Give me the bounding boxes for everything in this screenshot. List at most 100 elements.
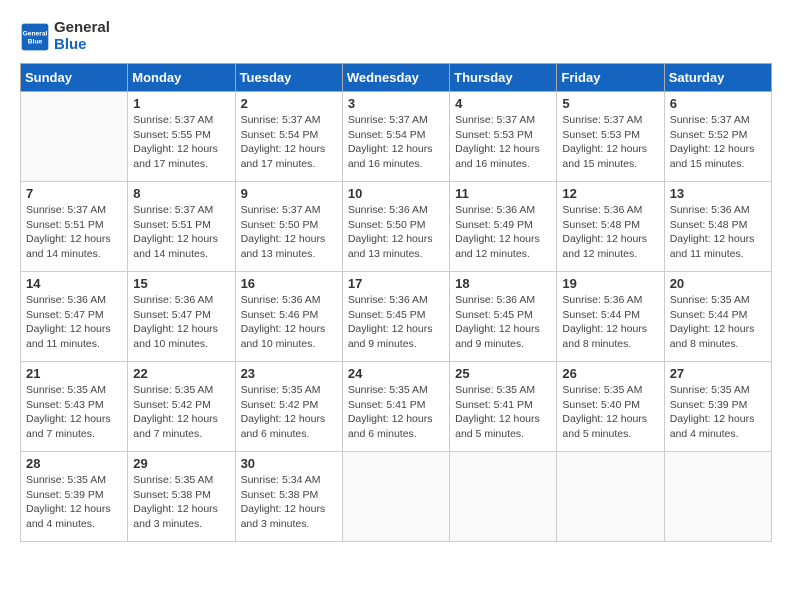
calendar-day-cell: 19 Sunrise: 5:36 AM Sunset: 5:44 PM Dayli…: [557, 272, 664, 362]
day-number: 23: [241, 366, 337, 381]
day-number: 4: [455, 96, 551, 111]
calendar-day-cell: [557, 452, 664, 542]
logo-line2: Blue: [54, 37, 110, 54]
day-number: 15: [133, 276, 229, 291]
calendar-day-cell: 30 Sunrise: 5:34 AM Sunset: 5:38 PM Dayli…: [235, 452, 342, 542]
calendar-header-cell: Friday: [557, 64, 664, 92]
day-number: 27: [670, 366, 766, 381]
calendar-day-cell: 10 Sunrise: 5:36 AM Sunset: 5:50 PM Dayli…: [342, 182, 449, 272]
day-number: 7: [26, 186, 122, 201]
day-info: Sunrise: 5:35 AM Sunset: 5:42 PM Dayligh…: [133, 383, 229, 442]
day-number: 28: [26, 456, 122, 471]
calendar-day-cell: 6 Sunrise: 5:37 AM Sunset: 5:52 PM Daylig…: [664, 92, 771, 182]
calendar-day-cell: 24 Sunrise: 5:35 AM Sunset: 5:41 PM Dayli…: [342, 362, 449, 452]
calendar-day-cell: 16 Sunrise: 5:36 AM Sunset: 5:46 PM Dayli…: [235, 272, 342, 362]
calendar-header-cell: Thursday: [450, 64, 557, 92]
day-info: Sunrise: 5:36 AM Sunset: 5:50 PM Dayligh…: [348, 203, 444, 262]
calendar-header-cell: Tuesday: [235, 64, 342, 92]
day-info: Sunrise: 5:36 AM Sunset: 5:47 PM Dayligh…: [26, 293, 122, 352]
day-info: Sunrise: 5:35 AM Sunset: 5:42 PM Dayligh…: [241, 383, 337, 442]
day-number: 13: [670, 186, 766, 201]
day-info: Sunrise: 5:36 AM Sunset: 5:48 PM Dayligh…: [670, 203, 766, 262]
calendar-day-cell: 29Sunrise: 5:35 AM Sunset: 5:38 PM Dayli…: [128, 452, 235, 542]
calendar-day-cell: 20Sunrise: 5:35 AM Sunset: 5:44 PM Dayli…: [664, 272, 771, 362]
calendar-day-cell: 15Sunrise: 5:36 AM Sunset: 5:47 PM Dayli…: [128, 272, 235, 362]
logo: General Blue General Blue: [20, 20, 110, 53]
calendar-day-cell: 17 Sunrise: 5:36 AM Sunset: 5:45 PM Dayli…: [342, 272, 449, 362]
day-info: Sunrise: 5:35 AM Sunset: 5:41 PM Dayligh…: [348, 383, 444, 442]
page-header: General Blue General Blue: [20, 20, 772, 53]
day-info: Sunrise: 5:35 AM Sunset: 5:38 PM Dayligh…: [133, 473, 229, 532]
calendar-day-cell: 5 Sunrise: 5:37 AM Sunset: 5:53 PM Daylig…: [557, 92, 664, 182]
day-number: 16: [241, 276, 337, 291]
calendar-day-cell: 1 Sunrise: 5:37 AM Sunset: 5:55 PM Daylig…: [128, 92, 235, 182]
day-number: 17: [348, 276, 444, 291]
logo-line1: General: [54, 20, 110, 37]
calendar-day-cell: 9 Sunrise: 5:37 AM Sunset: 5:50 PM Daylig…: [235, 182, 342, 272]
calendar-day-cell: 28 Sunrise: 5:35 AM Sunset: 5:39 PM Dayli…: [21, 452, 128, 542]
calendar-day-cell: 22 Sunrise: 5:35 AM Sunset: 5:42 PM Dayli…: [128, 362, 235, 452]
calendar-day-cell: [342, 452, 449, 542]
day-info: Sunrise: 5:36 AM Sunset: 5:46 PM Dayligh…: [241, 293, 337, 352]
day-info: Sunrise: 5:37 AM Sunset: 5:50 PM Dayligh…: [241, 203, 337, 262]
calendar-day-cell: 14Sunrise: 5:36 AM Sunset: 5:47 PM Dayli…: [21, 272, 128, 362]
calendar-day-cell: 13 Sunrise: 5:36 AM Sunset: 5:48 PM Dayli…: [664, 182, 771, 272]
calendar-day-cell: 2 Sunrise: 5:37 AM Sunset: 5:54 PM Daylig…: [235, 92, 342, 182]
day-info: Sunrise: 5:36 AM Sunset: 5:45 PM Dayligh…: [348, 293, 444, 352]
calendar-day-cell: 21Sunrise: 5:35 AM Sunset: 5:43 PM Dayli…: [21, 362, 128, 452]
day-info: Sunrise: 5:35 AM Sunset: 5:44 PM Dayligh…: [670, 293, 766, 352]
calendar-day-cell: 3 Sunrise: 5:37 AM Sunset: 5:54 PM Daylig…: [342, 92, 449, 182]
calendar-header-cell: Monday: [128, 64, 235, 92]
calendar-day-cell: 23 Sunrise: 5:35 AM Sunset: 5:42 PM Dayli…: [235, 362, 342, 452]
day-number: 6: [670, 96, 766, 111]
calendar-table: SundayMondayTuesdayWednesdayThursdayFrid…: [20, 63, 772, 542]
calendar-day-cell: 26 Sunrise: 5:35 AM Sunset: 5:40 PM Dayli…: [557, 362, 664, 452]
day-info: Sunrise: 5:37 AM Sunset: 5:53 PM Dayligh…: [562, 113, 658, 172]
day-number: 8: [133, 186, 229, 201]
calendar-day-cell: 25Sunrise: 5:35 AM Sunset: 5:41 PM Dayli…: [450, 362, 557, 452]
calendar-header-cell: Wednesday: [342, 64, 449, 92]
day-info: Sunrise: 5:35 AM Sunset: 5:40 PM Dayligh…: [562, 383, 658, 442]
day-number: 9: [241, 186, 337, 201]
day-info: Sunrise: 5:37 AM Sunset: 5:52 PM Dayligh…: [670, 113, 766, 172]
calendar-header-cell: Sunday: [21, 64, 128, 92]
calendar-day-cell: 8Sunrise: 5:37 AM Sunset: 5:51 PM Daylig…: [128, 182, 235, 272]
calendar-week-row: 14Sunrise: 5:36 AM Sunset: 5:47 PM Dayli…: [21, 272, 772, 362]
day-info: Sunrise: 5:37 AM Sunset: 5:54 PM Dayligh…: [348, 113, 444, 172]
day-info: Sunrise: 5:37 AM Sunset: 5:53 PM Dayligh…: [455, 113, 551, 172]
day-info: Sunrise: 5:37 AM Sunset: 5:54 PM Dayligh…: [241, 113, 337, 172]
day-info: Sunrise: 5:35 AM Sunset: 5:39 PM Dayligh…: [26, 473, 122, 532]
day-number: 24: [348, 366, 444, 381]
day-info: Sunrise: 5:37 AM Sunset: 5:51 PM Dayligh…: [26, 203, 122, 262]
calendar-day-cell: 7 Sunrise: 5:37 AM Sunset: 5:51 PM Daylig…: [21, 182, 128, 272]
day-number: 22: [133, 366, 229, 381]
day-info: Sunrise: 5:36 AM Sunset: 5:45 PM Dayligh…: [455, 293, 551, 352]
day-number: 30: [241, 456, 337, 471]
day-number: 19: [562, 276, 658, 291]
day-info: Sunrise: 5:36 AM Sunset: 5:44 PM Dayligh…: [562, 293, 658, 352]
day-number: 2: [241, 96, 337, 111]
day-number: 5: [562, 96, 658, 111]
calendar-week-row: 21Sunrise: 5:35 AM Sunset: 5:43 PM Dayli…: [21, 362, 772, 452]
day-number: 1: [133, 96, 229, 111]
calendar-header-row: SundayMondayTuesdayWednesdayThursdayFrid…: [21, 64, 772, 92]
day-number: 18: [455, 276, 551, 291]
svg-text:General: General: [23, 30, 48, 37]
day-number: 3: [348, 96, 444, 111]
logo-icon: General Blue: [20, 22, 50, 52]
day-info: Sunrise: 5:34 AM Sunset: 5:38 PM Dayligh…: [241, 473, 337, 532]
day-number: 26: [562, 366, 658, 381]
day-info: Sunrise: 5:37 AM Sunset: 5:55 PM Dayligh…: [133, 113, 229, 172]
calendar-week-row: 7 Sunrise: 5:37 AM Sunset: 5:51 PM Daylig…: [21, 182, 772, 272]
day-number: 10: [348, 186, 444, 201]
day-info: Sunrise: 5:35 AM Sunset: 5:43 PM Dayligh…: [26, 383, 122, 442]
svg-text:Blue: Blue: [28, 38, 43, 45]
calendar-day-cell: 27Sunrise: 5:35 AM Sunset: 5:39 PM Dayli…: [664, 362, 771, 452]
calendar-day-cell: [664, 452, 771, 542]
calendar-day-cell: [450, 452, 557, 542]
day-info: Sunrise: 5:36 AM Sunset: 5:49 PM Dayligh…: [455, 203, 551, 262]
calendar-day-cell: 4 Sunrise: 5:37 AM Sunset: 5:53 PM Daylig…: [450, 92, 557, 182]
calendar-day-cell: 11 Sunrise: 5:36 AM Sunset: 5:49 PM Dayli…: [450, 182, 557, 272]
day-number: 11: [455, 186, 551, 201]
calendar-week-row: 28 Sunrise: 5:35 AM Sunset: 5:39 PM Dayli…: [21, 452, 772, 542]
